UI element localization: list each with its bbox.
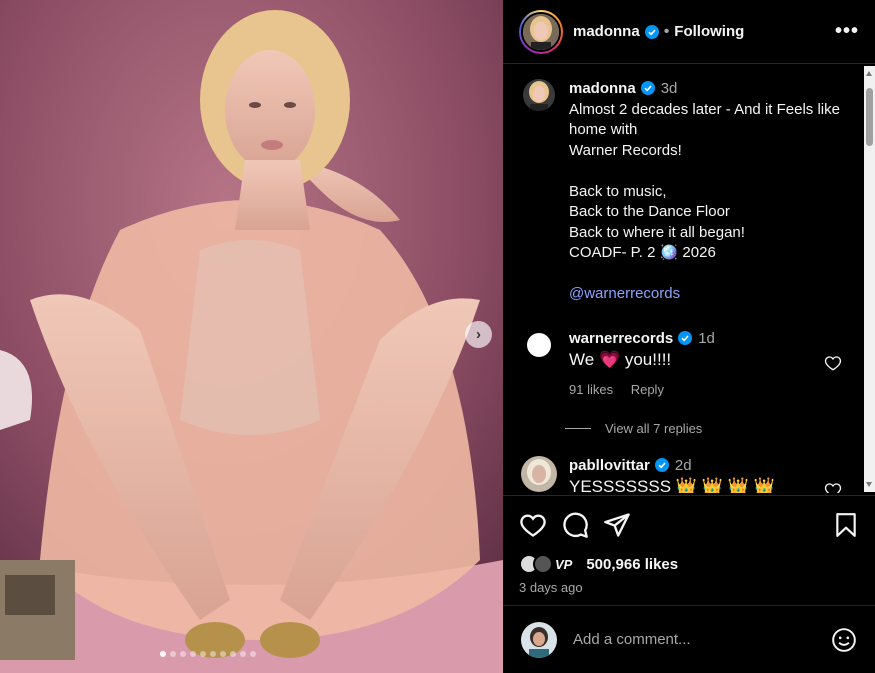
mention-link[interactable]: @warnerrecords [569, 285, 680, 302]
carousel-indicator [160, 651, 256, 657]
comment-text: We [569, 349, 595, 369]
likes-summary: VP 500,966 likes [519, 552, 859, 576]
carousel-dot [160, 651, 166, 657]
carousel-dot [170, 651, 176, 657]
comment-item: warnerrecords 1d We 💗 you!!!! 91 likes Re… [523, 329, 715, 401]
view-replies-label: View all 7 replies [605, 421, 703, 436]
carousel-dot [250, 651, 256, 657]
scroll-up-icon[interactable] [866, 71, 872, 76]
header-separator: • [663, 22, 670, 40]
post-photo [0, 0, 503, 673]
carousel-dot [240, 651, 246, 657]
scroll-down-icon[interactable] [866, 482, 872, 487]
post-date[interactable]: 3 days ago [519, 580, 859, 595]
following-button[interactable]: Following [674, 23, 744, 40]
scroll-thumb[interactable] [866, 88, 873, 146]
comment-text: YESSSSSSS 👑 👑 👑 👑 [569, 476, 775, 494]
liker-avatar [533, 554, 553, 574]
paper-plane-icon[interactable] [603, 511, 631, 539]
verified-badge-icon [654, 458, 669, 472]
heart-outline-icon[interactable] [519, 511, 547, 539]
likes-count[interactable]: 500,966 likes [586, 556, 678, 573]
comments-scrollbar[interactable] [864, 66, 875, 492]
action-bar: VP 500,966 likes 3 days ago [503, 495, 875, 595]
add-comment-input[interactable] [573, 631, 831, 648]
avatar-madonna [521, 11, 561, 52]
post-media[interactable]: › [0, 0, 503, 673]
verified-badge-icon [640, 81, 655, 95]
comment-time: 1d [698, 330, 715, 347]
carousel-dot [220, 651, 226, 657]
commenter-avatar[interactable] [521, 456, 557, 492]
carousel-dot [200, 651, 206, 657]
comment-bubble-icon[interactable] [561, 511, 589, 539]
verified-badge-icon [644, 24, 659, 39]
comment-likes[interactable]: 91 likes [569, 382, 613, 397]
carousel-dot [190, 651, 196, 657]
smiley-icon[interactable] [831, 627, 857, 653]
comments-section[interactable]: madonna 3d Almost 2 decades later - And i… [503, 65, 875, 493]
comment-time: 2d [674, 457, 692, 474]
heart-emoji: 💗 [598, 349, 621, 369]
carousel-dot [230, 651, 236, 657]
carousel-dot [180, 651, 186, 657]
add-comment-bar [503, 605, 875, 673]
bookmark-icon[interactable] [833, 511, 859, 539]
comment-like-icon[interactable] [824, 481, 842, 493]
instagram-post: › madonna • Following ••• madonna 3d Alm… [0, 0, 875, 673]
story-ring[interactable] [519, 9, 563, 54]
commenter-avatar[interactable] [523, 329, 555, 361]
caption-text: Almost 2 decades later - And it Feels li… [569, 100, 840, 262]
current-user-avatar [521, 621, 557, 658]
comment-text-end: you!!!! [624, 349, 672, 369]
commenter-username[interactable]: pabllovittar [569, 457, 650, 474]
liker-badge: VP [555, 556, 573, 572]
view-replies-button[interactable]: View all 7 replies [565, 421, 702, 436]
header-username[interactable]: madonna [573, 23, 640, 40]
caption-avatar[interactable] [523, 79, 555, 111]
verified-badge-icon [678, 331, 693, 345]
caption-username[interactable]: madonna [569, 80, 636, 97]
post-sidebar: madonna • Following ••• madonna 3d Almost… [503, 0, 875, 673]
caption-time: 3d [660, 80, 678, 97]
carousel-dot [210, 651, 216, 657]
more-options-icon[interactable]: ••• [835, 20, 859, 43]
comment-item: pabllovittar 2d YESSSSSSS 👑 👑 👑 👑 [521, 456, 775, 494]
caption: madonna 3d Almost 2 decades later - And i… [523, 79, 849, 304]
carousel-next-button[interactable]: › [465, 321, 492, 348]
replies-divider [565, 428, 591, 429]
comment-like-icon[interactable] [824, 354, 842, 372]
reply-button[interactable]: Reply [631, 382, 664, 397]
post-header: madonna • Following ••• [503, 0, 875, 64]
commenter-username[interactable]: warnerrecords [569, 330, 673, 347]
